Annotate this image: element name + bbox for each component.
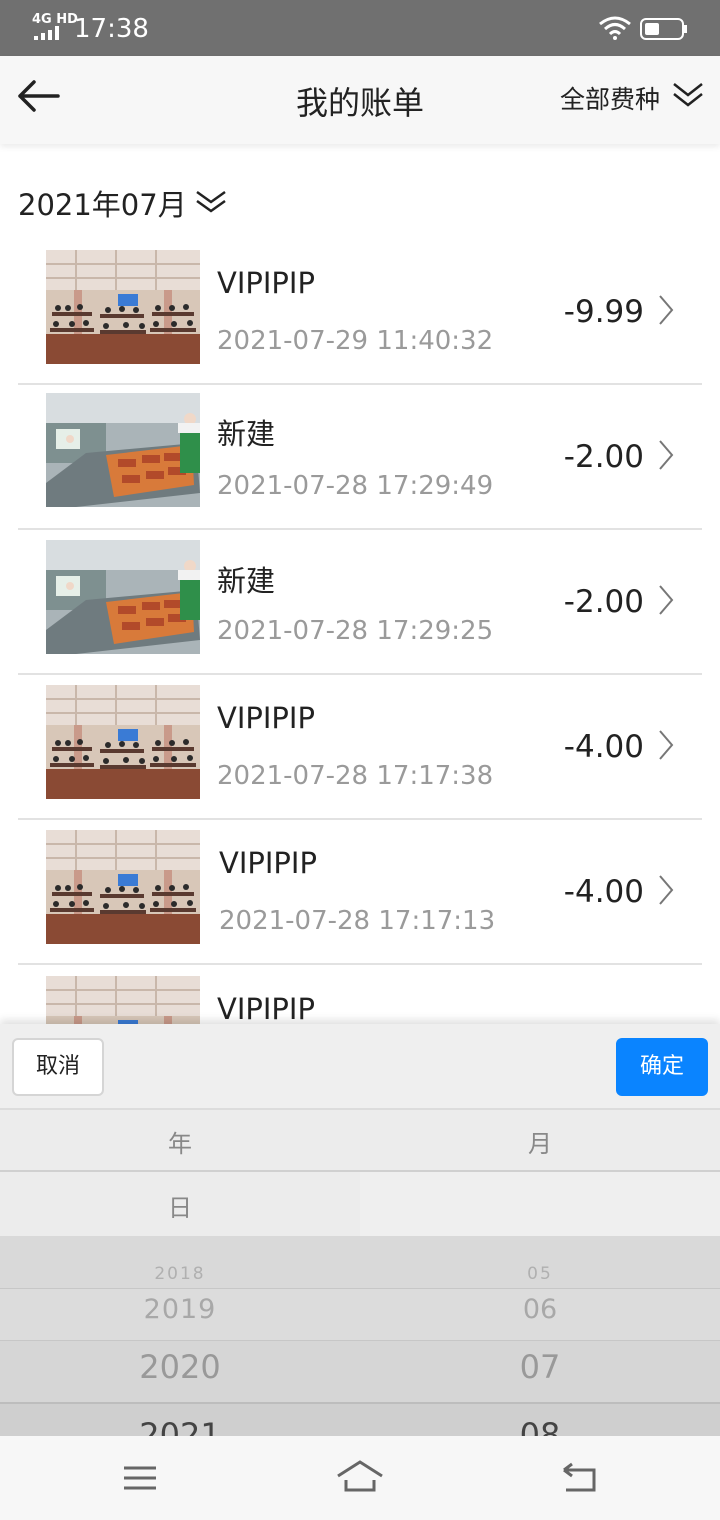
cancel-button[interactable]: 取消 [12,1038,104,1096]
chevron-right-icon [659,730,674,760]
canteen-thumbnail [46,685,200,799]
app-header: 我的账单 全部费种 [0,56,720,144]
transaction-datetime: 2021-07-28 17:29:49 [217,471,494,501]
transaction-name: VIPIPIP [217,992,315,1026]
year-option-selected[interactable]: 2021 [0,1416,360,1436]
transaction-datetime: 2021-07-28 17:17:38 [217,761,494,791]
double-chevron-down-icon[interactable] [670,80,706,110]
signal-icon [34,26,59,40]
transaction-name: VIPIPIP [217,701,315,735]
transaction-name: 新建 [217,564,276,598]
return-icon[interactable] [560,1462,600,1494]
fee-type-filter[interactable]: 全部费种 [560,80,660,116]
month-option[interactable]: 07 [360,1348,720,1386]
transaction-datetime: 2021-07-29 11:40:32 [217,326,494,356]
chevron-right-icon [659,440,674,470]
transaction-row[interactable]: VIPIPIP 2021-07-28 17:17:38 -4.00 [18,675,702,820]
year-option[interactable]: 2020 [0,1348,360,1386]
food-counter-thumbnail [46,540,200,654]
transaction-row[interactable]: 新建 2021-07-28 17:29:25 -2.00 [18,530,702,675]
chevron-right-icon [659,295,674,325]
status-bar: 4G HD 17:38 [0,0,720,56]
canteen-thumbnail [46,250,200,364]
transaction-amount: -9.99 [563,294,644,330]
transaction-row[interactable]: VIPIPIP 2021-07-28 17:17:13 -4.00 [18,820,702,965]
confirm-button[interactable]: 确定 [616,1038,708,1096]
network-indicator: 4G HD [32,12,78,27]
chevron-right-icon [659,875,674,905]
date-picker: 取消 确定 年 月 日 2018 2019 2020 2021 05 06 07… [0,1024,720,1436]
tab-month[interactable]: 月 [360,1124,720,1159]
transaction-amount: -2.00 [563,439,644,475]
month-option[interactable]: 05 [360,1264,720,1284]
transaction-datetime: 2021-07-28 17:29:25 [217,616,494,646]
transaction-row[interactable]: 新建 2021-07-28 17:29:49 -2.00 [18,385,702,530]
month-selector[interactable]: 2021年07月 [18,182,187,224]
home-icon[interactable] [334,1458,386,1494]
food-counter-thumbnail [46,393,200,507]
transaction-row[interactable]: VIPIPIP 2021-07-29 11:40:32 -9.99 [18,240,702,385]
menu-icon[interactable] [122,1464,158,1492]
battery-icon [640,18,687,40]
tab-day[interactable]: 日 [0,1188,360,1223]
month-option-selected[interactable]: 08 [360,1416,720,1436]
year-option[interactable]: 2019 [0,1294,360,1325]
transaction-amount: -4.00 [563,874,644,910]
canteen-thumbnail [46,830,200,944]
transaction-datetime: 2021-07-28 17:17:13 [219,906,496,936]
transaction-name: VIPIPIP [219,846,317,880]
transaction-amount: -4.00 [563,729,644,765]
transaction-name: 新建 [217,417,276,451]
transaction-amount: -2.00 [563,584,644,620]
double-chevron-down-icon[interactable] [194,186,228,216]
wifi-icon [599,16,631,40]
chevron-right-icon [659,585,674,615]
tab-year[interactable]: 年 [0,1124,360,1159]
transaction-name: VIPIPIP [217,266,315,300]
system-nav-bar [0,1436,720,1520]
clock: 17:38 [74,14,149,44]
picker-tabs: 年 月 日 [0,1108,720,1236]
month-option[interactable]: 06 [360,1294,720,1325]
picker-wheel[interactable]: 2018 2019 2020 2021 05 06 07 08 [0,1236,720,1436]
year-option[interactable]: 2018 [0,1264,360,1284]
